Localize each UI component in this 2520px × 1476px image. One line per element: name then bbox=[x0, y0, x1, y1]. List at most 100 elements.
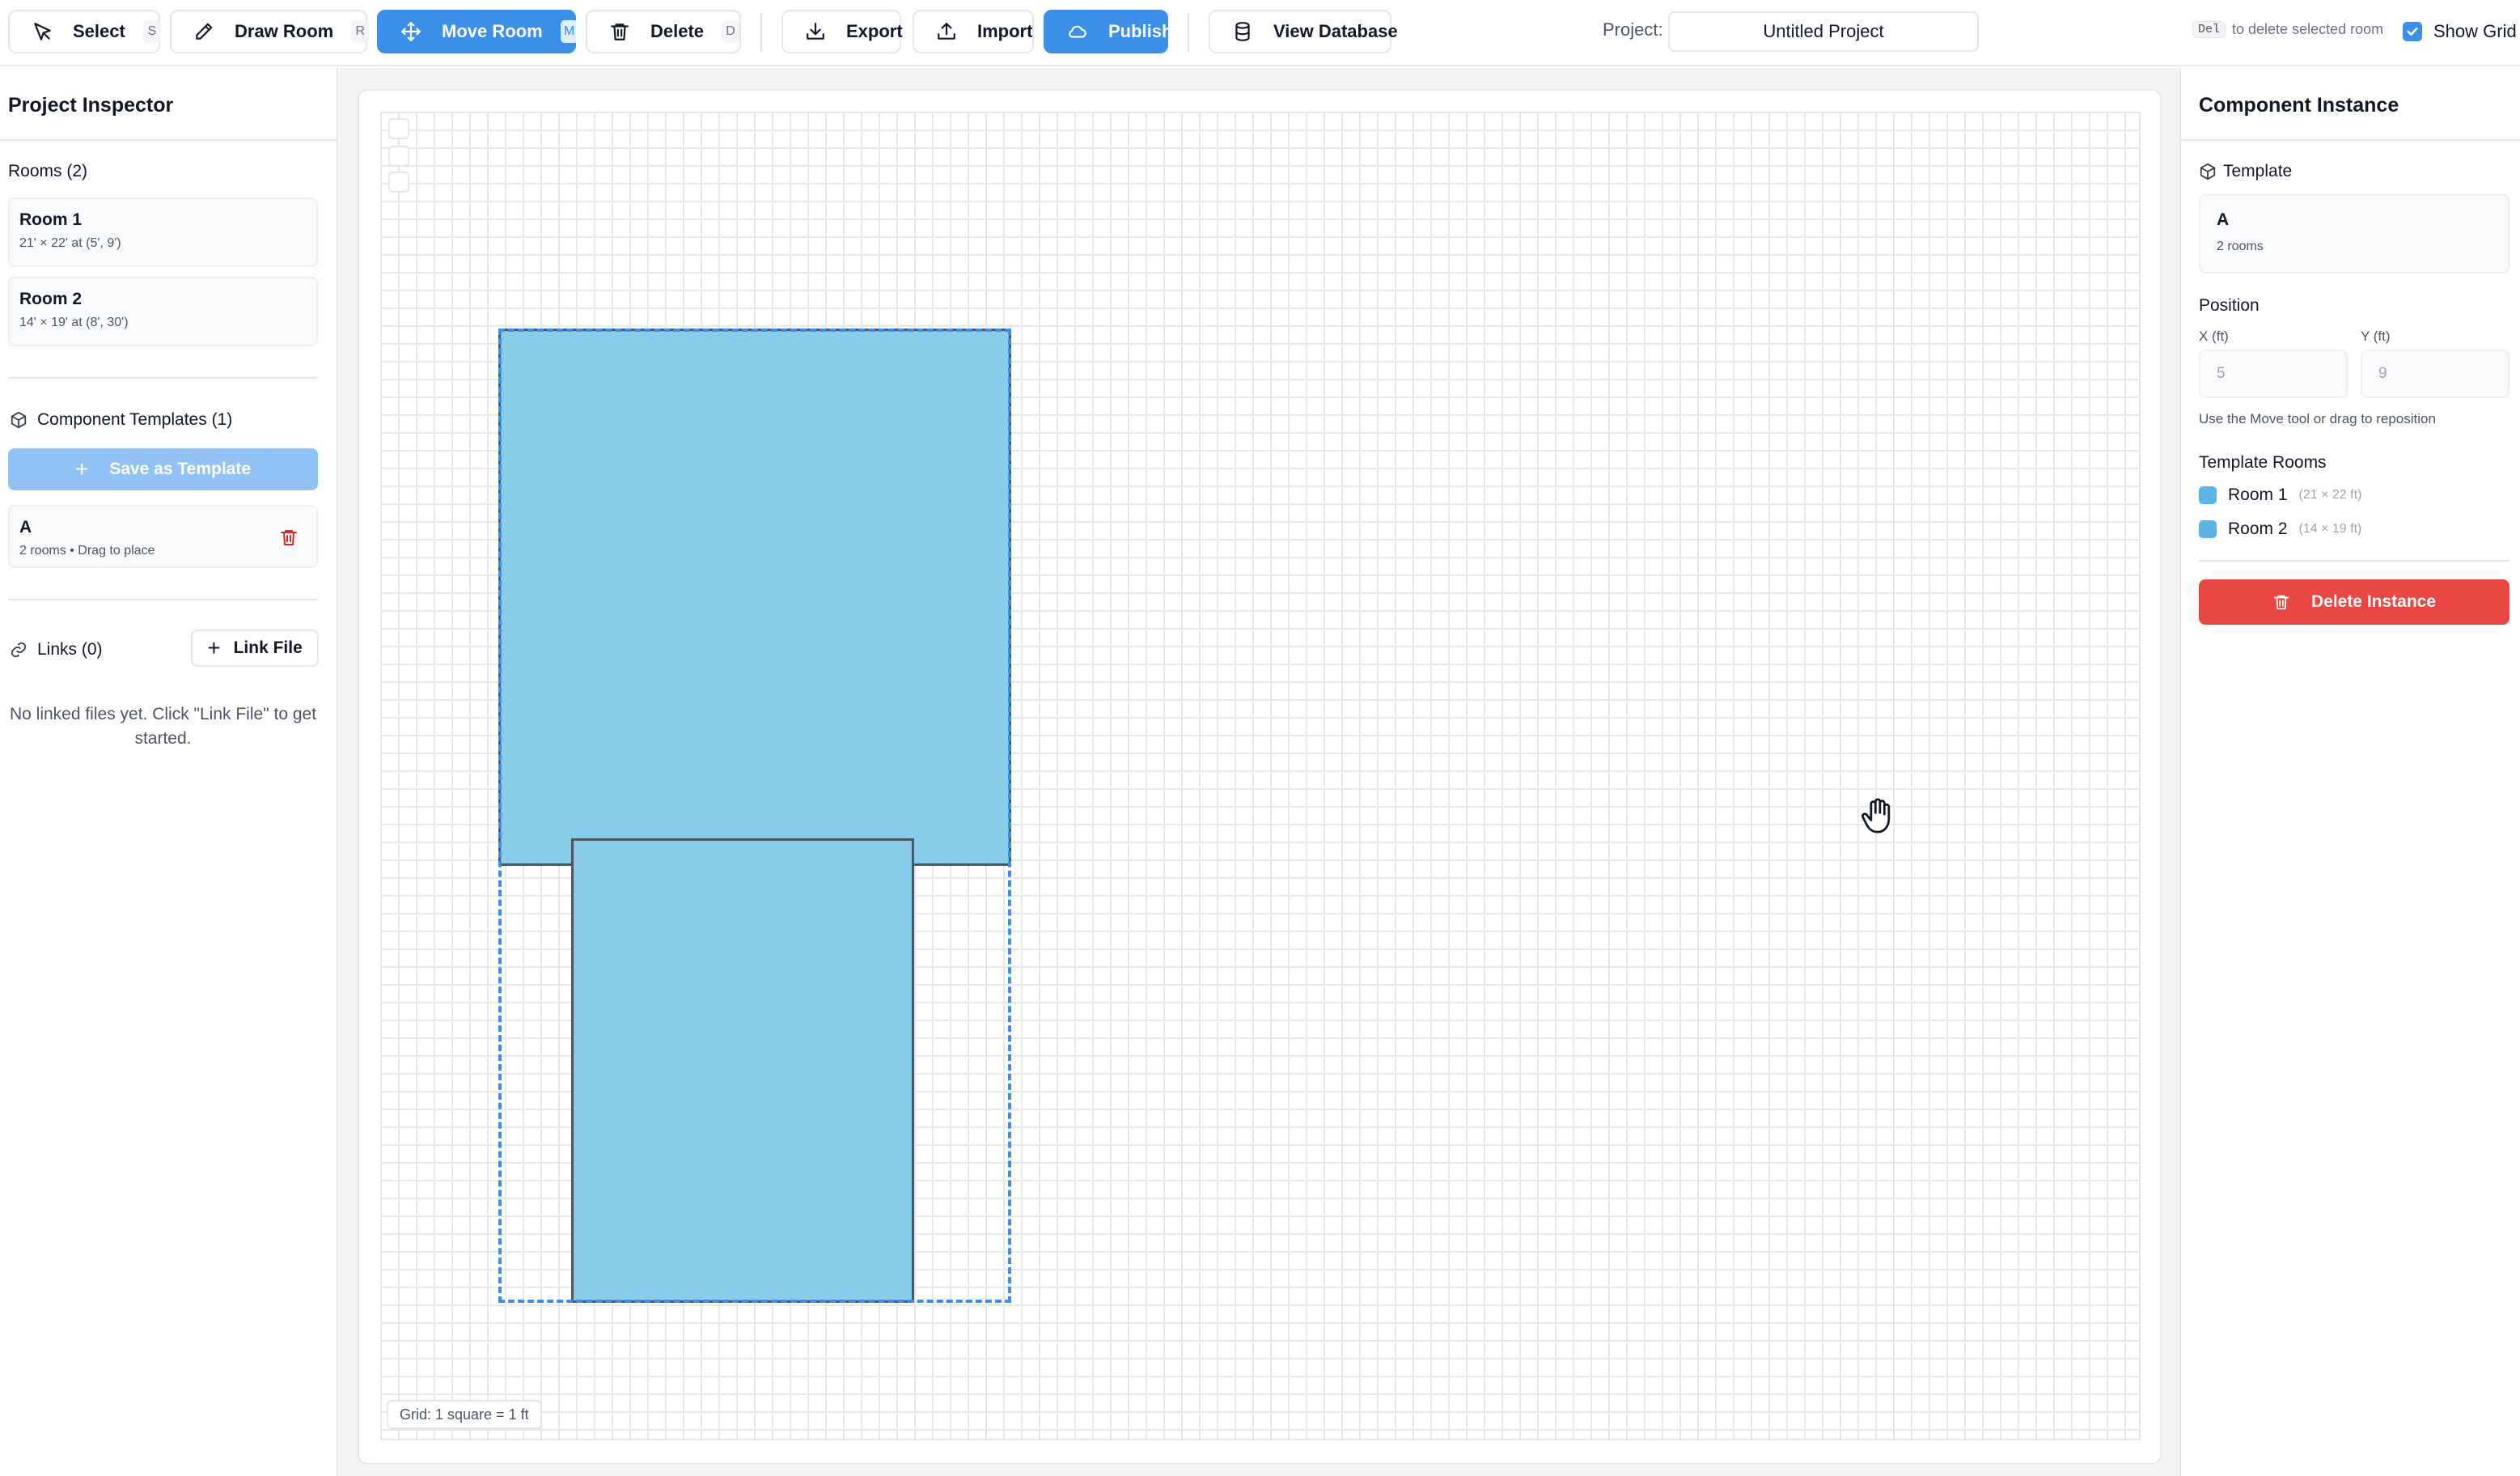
project-name-input[interactable] bbox=[1668, 11, 1979, 52]
draw-room-tool-button[interactable]: Draw Room R bbox=[170, 10, 370, 53]
room-list-item[interactable]: Room 2 14' × 19' at (8', 30') bbox=[8, 277, 318, 346]
export-label: Export bbox=[846, 21, 903, 41]
panel-title: Project Inspector bbox=[8, 94, 174, 117]
show-grid-label: Show Grid bbox=[2433, 21, 2517, 41]
x-position-field[interactable]: 5 bbox=[2199, 350, 2348, 398]
grid-scale-label: Grid: 1 square = 1 ft bbox=[387, 1400, 542, 1429]
cloud-icon bbox=[1066, 20, 1089, 43]
link-file-label: Link File bbox=[233, 638, 303, 657]
links-header: Links (0) bbox=[8, 639, 103, 660]
delete-hint-key: Del bbox=[2192, 21, 2226, 38]
toolbar: Select S Draw Room R Move Room M Delete … bbox=[0, 0, 2520, 66]
template-detail: 2 rooms • Drag to place bbox=[19, 544, 155, 558]
project-label: Project: bbox=[1603, 19, 1663, 40]
link-icon bbox=[8, 639, 29, 660]
pencil-icon bbox=[193, 20, 215, 43]
package-icon bbox=[8, 409, 29, 430]
show-grid-toggle[interactable]: Show Grid bbox=[2403, 21, 2517, 42]
link-file-button[interactable]: + Link File bbox=[191, 630, 319, 667]
links-header-label: Links (0) bbox=[37, 640, 103, 659]
save-as-template-label: Save as Template bbox=[109, 460, 252, 478]
room-detail: 21' × 22' at (5', 9') bbox=[19, 236, 121, 250]
room-2[interactable] bbox=[571, 838, 914, 1303]
template-name: A bbox=[19, 518, 32, 537]
panel-title: Component Instance bbox=[2199, 94, 2399, 117]
select-tool-label: Select bbox=[73, 21, 125, 41]
import-label: Import bbox=[977, 21, 1033, 41]
room-color-swatch bbox=[2199, 520, 2217, 538]
divider bbox=[8, 377, 318, 379]
template-name: A bbox=[2217, 210, 2230, 229]
plus-icon: + bbox=[74, 456, 89, 481]
component-instance-panel: Component Instance Template A 2 rooms Po… bbox=[2179, 68, 2520, 1476]
templates-header-label: Component Templates (1) bbox=[37, 410, 233, 429]
room-detail: 14' × 19' at (8', 30') bbox=[19, 316, 129, 329]
delete-template-button[interactable] bbox=[277, 526, 300, 549]
publish-label: Publish bbox=[1108, 21, 1173, 41]
view-database-button[interactable]: View Database bbox=[1209, 10, 1398, 53]
plus-icon: + bbox=[207, 635, 221, 660]
position-help-text: Use the Move tool or drag to reposition bbox=[2199, 411, 2436, 426]
position-label: Position bbox=[2199, 296, 2260, 315]
trash-icon bbox=[2272, 592, 2292, 612]
divider bbox=[2199, 560, 2509, 562]
download-icon bbox=[804, 20, 827, 43]
template-room-dims: (21 × 22 ft) bbox=[2298, 488, 2362, 502]
canvas-control[interactable] bbox=[388, 172, 409, 193]
delete-tool-label: Delete bbox=[650, 21, 705, 41]
template-room-item: Room 2 (14 × 19 ft) bbox=[2199, 520, 2361, 539]
template-list-item[interactable]: A 2 rooms • Drag to place bbox=[8, 505, 318, 568]
draw-room-tool-label: Draw Room bbox=[235, 21, 334, 41]
template-room-item: Room 1 (21 × 22 ft) bbox=[2199, 486, 2361, 505]
delete-instance-label: Delete Instance bbox=[2310, 592, 2437, 611]
y-label: Y (ft) bbox=[2361, 329, 2391, 344]
delete-tool-button[interactable]: Delete D bbox=[586, 10, 741, 53]
publish-button[interactable]: Publish bbox=[1044, 10, 1172, 53]
room-name: Room 2 bbox=[19, 290, 83, 308]
toolbar-divider bbox=[1188, 13, 1189, 52]
y-position-field[interactable]: 9 bbox=[2361, 350, 2509, 398]
trash-icon bbox=[279, 528, 299, 547]
divider bbox=[8, 599, 318, 600]
toolbar-divider bbox=[760, 13, 762, 52]
hand-cursor-icon bbox=[1861, 796, 1896, 835]
template-label: Template bbox=[2223, 162, 2293, 180]
room-list-item[interactable]: Room 1 21' × 22' at (5', 9') bbox=[8, 197, 318, 267]
cursor-arrow-icon bbox=[31, 20, 53, 43]
package-icon bbox=[2199, 162, 2218, 181]
canvas-control[interactable] bbox=[388, 146, 409, 167]
x-label: X (ft) bbox=[2199, 329, 2229, 344]
canvas-control[interactable] bbox=[388, 118, 409, 139]
move-room-tool-label: Move Room bbox=[442, 21, 543, 41]
show-grid-checkbox[interactable] bbox=[2403, 22, 2422, 41]
select-shortcut: S bbox=[142, 20, 161, 43]
move-room-shortcut: M bbox=[560, 20, 578, 43]
template-section-label: Template bbox=[2199, 162, 2292, 181]
import-button[interactable]: Import bbox=[913, 10, 1034, 53]
templates-header: Component Templates (1) bbox=[8, 409, 232, 430]
delete-hint-text: to delete selected room bbox=[2232, 21, 2384, 37]
template-room-name: Room 2 bbox=[2228, 520, 2288, 538]
delete-instance-button[interactable]: Delete Instance bbox=[2199, 579, 2509, 625]
template-card: A 2 rooms bbox=[2199, 194, 2509, 274]
trash-icon bbox=[608, 20, 631, 43]
save-as-template-button[interactable]: + Save as Template bbox=[8, 448, 318, 490]
rooms-header: Rooms (2) bbox=[8, 162, 88, 180]
view-database-label: View Database bbox=[1273, 21, 1398, 41]
export-button[interactable]: Export bbox=[781, 10, 903, 53]
select-tool-button[interactable]: Select S bbox=[8, 10, 161, 53]
template-rooms-count: 2 rooms bbox=[2217, 240, 2264, 253]
room-1[interactable] bbox=[498, 329, 1011, 866]
divider bbox=[0, 139, 338, 141]
move-room-tool-button[interactable]: Move Room M bbox=[377, 10, 578, 53]
move-arrows-icon bbox=[400, 20, 422, 43]
divider bbox=[2181, 139, 2520, 141]
room-color-swatch bbox=[2199, 486, 2217, 504]
database-icon bbox=[1231, 20, 1254, 43]
draw-room-shortcut: R bbox=[351, 20, 370, 43]
upload-icon bbox=[935, 20, 958, 43]
template-room-dims: (14 × 19 ft) bbox=[2298, 522, 2362, 536]
links-empty-message: No linked files yet. Click "Link File" t… bbox=[9, 705, 317, 748]
template-room-name: Room 1 bbox=[2228, 486, 2288, 504]
delete-hint: Del to delete selected room bbox=[2192, 21, 2383, 38]
